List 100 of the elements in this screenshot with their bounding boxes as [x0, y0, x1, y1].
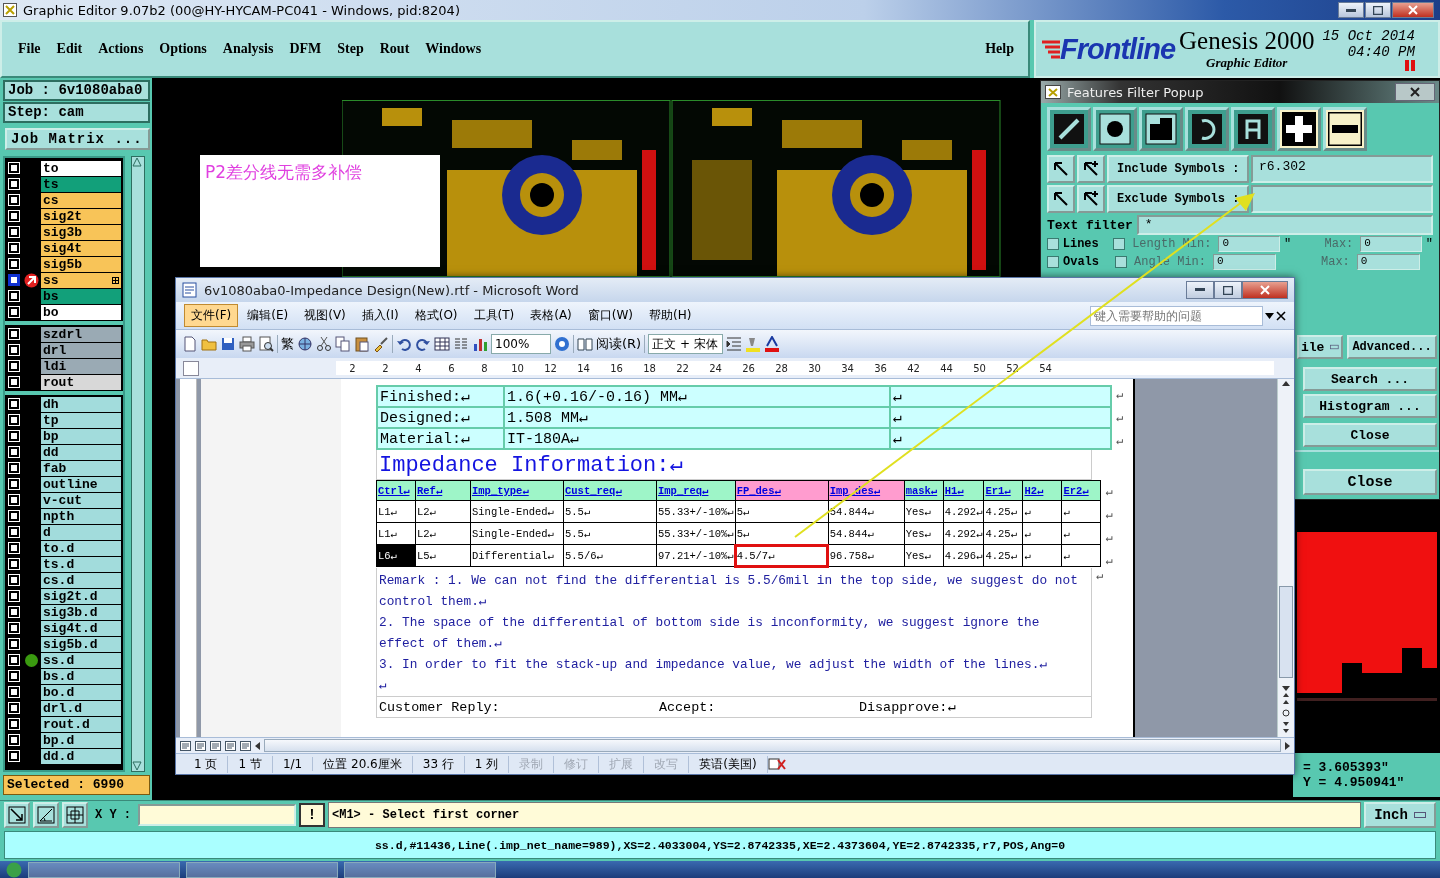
style-field[interactable]: 正文 + 宋体 [648, 334, 723, 354]
tab-stop-button[interactable] [183, 360, 199, 376]
menu-item[interactable]: 格式(O) [407, 304, 465, 327]
layer-name[interactable]: cs [41, 192, 121, 208]
reading-button[interactable]: 阅读(R) [596, 335, 642, 353]
negative-polarity-button[interactable] [1323, 107, 1367, 151]
close-button[interactable] [1242, 281, 1288, 299]
scroll-thumb[interactable] [1279, 586, 1293, 678]
menu-item[interactable]: 文件(F) [184, 304, 239, 327]
book-icon[interactable] [577, 336, 593, 352]
layer-checkbox[interactable] [9, 623, 19, 633]
menu-item[interactable]: File [10, 41, 49, 57]
layer-checkbox[interactable] [9, 259, 19, 269]
browse-buttons-icon[interactable] [1282, 691, 1290, 735]
scrollbar[interactable] [131, 156, 145, 772]
layer-name[interactable]: npth [41, 508, 121, 524]
layer-checkbox[interactable] [9, 751, 19, 761]
menu-item[interactable]: 视图(V) [297, 304, 353, 327]
columns-icon[interactable] [453, 336, 469, 352]
layer-checkbox[interactable] [9, 195, 19, 205]
redo-icon[interactable] [415, 336, 431, 352]
search-button[interactable]: Search ... [1303, 367, 1437, 391]
indent-icon[interactable] [725, 336, 742, 352]
layer-checkbox[interactable] [9, 703, 19, 713]
arrow-button[interactable] [1047, 155, 1075, 183]
view-mode-icon[interactable] [225, 740, 236, 751]
layer-name[interactable]: sig3b [41, 224, 121, 240]
scissors-icon[interactable] [316, 336, 332, 352]
layer-name[interactable]: ss.d [41, 652, 121, 668]
view-mode-icon[interactable] [240, 740, 251, 751]
layer-name[interactable]: bs [41, 288, 121, 304]
arrow-plus-button[interactable] [1077, 185, 1105, 213]
globe-icon[interactable] [297, 336, 313, 352]
layer-checkbox[interactable] [9, 179, 19, 189]
exclude-symbols-field[interactable] [1251, 185, 1433, 213]
layer-name[interactable]: d [41, 524, 121, 540]
layer-checkbox[interactable] [9, 575, 19, 585]
scrollbar[interactable] [264, 739, 1281, 752]
menu-item[interactable]: 插入(I) [354, 304, 406, 327]
layer-checkbox[interactable] [9, 431, 19, 441]
view-mode-icon[interactable] [180, 740, 191, 751]
arrow-button[interactable] [1047, 185, 1075, 213]
max-field[interactable]: 0 [1360, 236, 1422, 252]
layer-name[interactable]: bp.d [41, 732, 121, 748]
layer-name[interactable]: szdrl [41, 326, 121, 342]
menu-item[interactable]: Edit [48, 41, 91, 57]
layer-name[interactable]: to [41, 160, 121, 176]
layer-name[interactable]: bp [41, 428, 121, 444]
xy-input-field[interactable] [138, 804, 296, 826]
layer-checkbox[interactable] [9, 447, 19, 457]
menu-item[interactable]: 表格(A) [523, 304, 579, 327]
layer-checkbox[interactable] [9, 639, 19, 649]
layer-name[interactable]: v-cut [41, 492, 121, 508]
positive-polarity-button[interactable] [1277, 107, 1321, 151]
layer-checkbox[interactable] [9, 307, 19, 317]
measure-button[interactable] [33, 802, 59, 828]
histogram-button[interactable]: Histogram ... [1303, 394, 1437, 418]
layer-checkbox[interactable] [9, 591, 19, 601]
view-mode-icon[interactable] [195, 740, 206, 751]
layer-checkbox[interactable] [9, 479, 19, 489]
layer-checkbox[interactable] [9, 607, 19, 617]
printer-icon[interactable] [239, 336, 255, 352]
layer-name[interactable]: sig5b [41, 256, 121, 272]
units-dropdown[interactable]: Inch [1364, 802, 1436, 828]
layer-name[interactable]: tp [41, 412, 121, 428]
minimize-button[interactable] [1338, 2, 1364, 18]
min-field[interactable]: 0 [1218, 236, 1280, 252]
menu-item[interactable]: 帮助(H) [642, 304, 699, 327]
layer-checkbox[interactable] [9, 211, 19, 221]
layer-name[interactable]: bo [41, 304, 121, 320]
menu-item[interactable]: Windows [417, 41, 490, 57]
paste-icon[interactable] [354, 336, 370, 352]
layer-name[interactable]: ts.d [41, 556, 121, 572]
menu-item[interactable]: Analysis [214, 41, 282, 57]
layer-name[interactable]: dd.d [41, 748, 121, 764]
close-button[interactable]: Close [1303, 423, 1437, 447]
help-search-field[interactable]: 键入需要帮助的问题 [1090, 305, 1263, 326]
view-mode-icon[interactable] [210, 740, 221, 751]
layer-checkbox[interactable] [9, 361, 19, 371]
layer-checkbox[interactable] [9, 227, 19, 237]
advanced-button[interactable]: Advanced... [1347, 335, 1437, 359]
zoom-field[interactable]: 100% [491, 334, 551, 354]
grid-button[interactable] [62, 802, 88, 828]
menu-item[interactable]: Help [977, 41, 1022, 57]
layer-checkbox[interactable] [9, 671, 19, 681]
menu-item[interactable]: 编辑(E) [240, 304, 296, 327]
layer-checkbox[interactable] [9, 329, 19, 339]
menu-item[interactable]: 窗口(W) [580, 304, 641, 327]
layer-name[interactable]: bs.d [41, 668, 121, 684]
layer-checkbox[interactable] [9, 399, 19, 409]
layer-checkbox[interactable] [9, 527, 19, 537]
layer-checkbox[interactable] [9, 719, 19, 729]
layer-name[interactable]: fab [41, 460, 121, 476]
help-icon[interactable] [554, 336, 570, 352]
new-page-icon[interactable] [182, 336, 198, 352]
profile-dropdown[interactable]: ile [1297, 335, 1343, 359]
layer-name[interactable]: sig2t [41, 208, 121, 224]
checkbox[interactable] [1113, 238, 1126, 250]
surface-tool-button[interactable] [1139, 107, 1183, 151]
layer-name[interactable]: sig2t.d [41, 588, 121, 604]
